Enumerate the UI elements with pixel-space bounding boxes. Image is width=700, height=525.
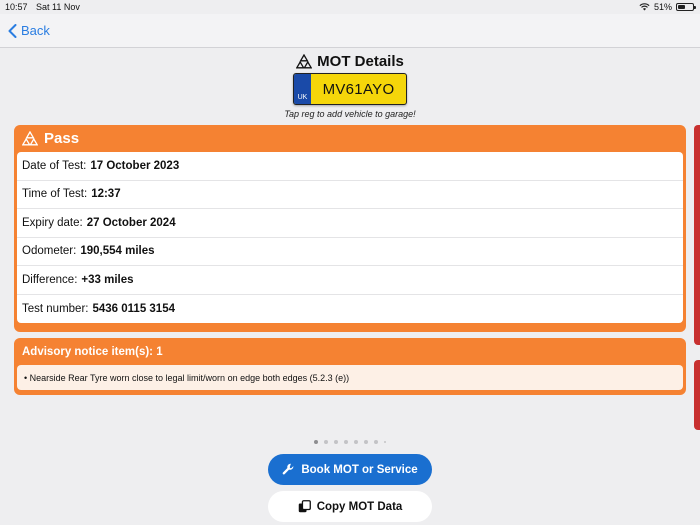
result-header: Pass — [17, 125, 683, 152]
copy-mot-label: Copy MOT Data — [316, 500, 403, 513]
next-advisory-peek[interactable] — [694, 360, 700, 430]
mot-triangle-icon — [296, 53, 313, 68]
detail-row-test-time: Time of Test: 12:37 — [17, 181, 683, 209]
registration-plate[interactable]: UK MV61AYO — [293, 73, 407, 105]
copy-icon — [298, 500, 311, 513]
status-right: 51% — [639, 2, 696, 12]
page-dot[interactable] — [324, 440, 328, 444]
advisory-card: Advisory notice item(s): 1 • Nearside Re… — [14, 338, 686, 395]
detail-row-expiry-date: Expiry date: 27 October 2024 — [17, 209, 683, 238]
page-dot[interactable] — [384, 441, 386, 443]
detail-label: Odometer: — [22, 245, 77, 258]
back-button[interactable]: Back — [8, 23, 50, 38]
copy-mot-data-button[interactable]: Copy MOT Data — [268, 491, 432, 522]
result-details: Date of Test: 17 October 2023 Time of Te… — [17, 152, 683, 323]
registration-number: MV61AYO — [322, 80, 395, 98]
wifi-icon — [639, 3, 650, 11]
wrench-icon — [282, 463, 294, 475]
book-mot-label: Book MOT or Service — [301, 463, 418, 476]
advisory-item: • Nearside Rear Tyre worn close to legal… — [17, 365, 683, 390]
plate-country-band: UK — [294, 74, 311, 104]
plate-hint: Tap reg to add vehicle to garage! — [284, 109, 416, 119]
battery-icon — [676, 3, 696, 11]
mot-triangle-icon — [22, 131, 38, 146]
page-indicator[interactable] — [0, 440, 700, 444]
test-result-card: Pass Date of Test: 17 October 2023 Time … — [14, 125, 686, 332]
detail-label: Expiry date: — [22, 216, 83, 229]
detail-value: 27 October 2024 — [86, 216, 176, 229]
detail-value: 5436 0115 3154 — [92, 302, 175, 315]
detail-label: Time of Test: — [22, 188, 88, 201]
detail-value: +33 miles — [81, 273, 134, 286]
page-dot[interactable] — [314, 440, 318, 444]
detail-value: 12:37 — [91, 188, 121, 201]
detail-label: Difference: — [22, 273, 78, 286]
book-mot-button[interactable]: Book MOT or Service — [268, 454, 432, 485]
page-dot[interactable] — [354, 440, 358, 444]
battery-percent: 51% — [653, 2, 672, 12]
detail-label: Test number: — [22, 302, 89, 315]
page-dot[interactable] — [374, 440, 378, 444]
status-bar: 10:57 Sat 11 Nov 51% — [0, 0, 700, 14]
next-card-peek[interactable] — [694, 125, 700, 345]
page-dot[interactable] — [364, 440, 368, 444]
status-left: 10:57 Sat 11 Nov — [5, 2, 86, 12]
detail-label: Date of Test: — [22, 159, 87, 172]
page-dot[interactable] — [334, 440, 338, 444]
chevron-left-icon — [8, 23, 17, 38]
detail-value: 17 October 2023 — [90, 159, 180, 172]
detail-value: 190,554 miles — [80, 245, 155, 258]
back-label: Back — [21, 23, 50, 38]
detail-row-difference: Difference: +33 miles — [17, 266, 683, 295]
status-time: 10:57 — [5, 2, 28, 12]
result-status: Pass — [44, 130, 80, 147]
detail-row-test-number: Test number: 5436 0115 3154 — [17, 295, 683, 324]
detail-row-odometer: Odometer: 190,554 miles — [17, 238, 683, 266]
status-date: Sat 11 Nov — [36, 2, 80, 12]
detail-row-test-date: Date of Test: 17 October 2023 — [17, 152, 683, 181]
page-title: MOT Details — [0, 51, 700, 71]
page-title-text: MOT Details — [317, 52, 404, 70]
mot-header: MOT Details UK MV61AYO Tap reg to add ve… — [0, 51, 700, 120]
advisory-title: Advisory notice item(s): 1 — [22, 345, 163, 358]
battery-fill — [678, 5, 686, 9]
page-dot[interactable] — [344, 440, 348, 444]
navigation-bar: Back — [0, 14, 700, 48]
